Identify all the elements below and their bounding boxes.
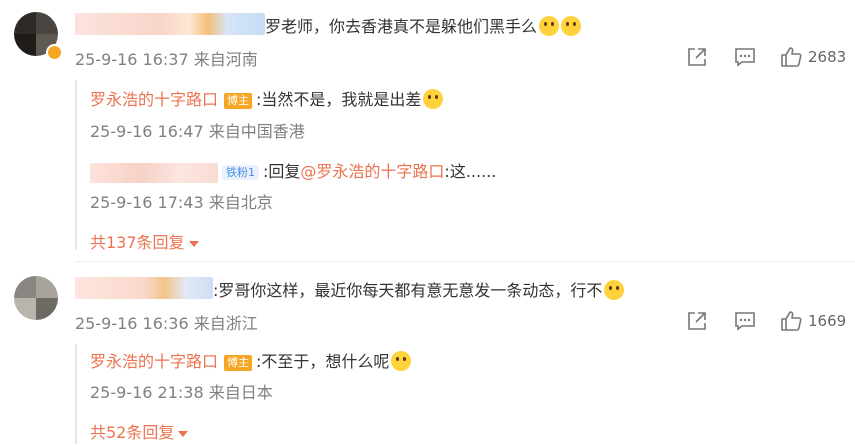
more-replies-label: 共52条回复 (90, 423, 175, 442)
more-replies-link[interactable]: 共52条回复 (90, 419, 189, 443)
caret-down-icon (178, 430, 189, 437)
thinking-emoji-icon (561, 16, 582, 36)
comment-icon[interactable] (734, 46, 756, 68)
comment-meta: 25-9-16 16:36 来自浙江 (75, 314, 258, 333)
reply-meta: 25-9-16 17:43 来自北京 (90, 193, 273, 212)
blogger-badge: 博主 (224, 354, 253, 371)
blogger-badge: 博主 (224, 92, 253, 109)
more-replies-link[interactable]: 共137条回复 (90, 229, 199, 253)
comment-actions: 1669 (686, 310, 846, 332)
dog-emoji-icon (604, 280, 625, 300)
reply-author[interactable]: 罗永浩的十字路口 (90, 352, 218, 371)
like-button[interactable]: 1669 (780, 310, 846, 332)
reply-meta: 25-9-16 16:47 来自中国香港 (90, 122, 305, 141)
username-blurred[interactable] (75, 13, 265, 35)
like-icon (781, 311, 802, 331)
reply-item: 罗永浩的十字路口 博主:当然不是，我就是出差 (90, 86, 444, 110)
like-count: 1669 (808, 312, 847, 330)
reply-item: 铁粉1 :回复@罗永浩的十字路口:这...... (90, 158, 496, 183)
share-icon[interactable] (686, 46, 708, 68)
comment-text: :罗哥你这样，最近你每天都有意无意发一条动态，行不 (213, 277, 625, 301)
comment-actions: 2683 (686, 46, 846, 68)
reply-meta: 25-9-16 21:38 来自日本 (90, 383, 273, 402)
caret-down-icon (188, 240, 199, 247)
like-count: 2683 (808, 48, 847, 66)
comment-meta: 25-9-16 16:37 来自河南 (75, 50, 258, 69)
comment-item: 罗老师，你去香港真不是躲他们黑手么 25-9-16 16:37 来自河南 268… (0, 0, 855, 260)
like-button[interactable]: 2683 (780, 46, 846, 68)
username-blurred[interactable] (75, 277, 213, 299)
reply-text: :当然不是，我就是出差 (256, 90, 422, 109)
reply-prefix: :回复 (263, 162, 301, 181)
thinking-emoji-icon (539, 16, 560, 36)
fan-badge: 铁粉1 (222, 165, 259, 180)
more-replies-label: 共137条回复 (90, 233, 185, 252)
comment-icon[interactable] (734, 310, 756, 332)
reply-author[interactable]: 罗永浩的十字路口 (90, 90, 218, 109)
comment-item: :罗哥你这样，最近你每天都有意无意发一条动态，行不 25-9-16 16:36 … (0, 262, 855, 446)
avatar[interactable] (14, 276, 58, 320)
verified-icon (46, 44, 63, 61)
share-icon[interactable] (686, 310, 708, 332)
username-blurred[interactable] (90, 162, 218, 183)
reply-text: :这...... (444, 162, 497, 181)
laughing-emoji-icon (423, 89, 444, 109)
reply-text: :不至于，想什么呢 (256, 352, 390, 371)
mention-link[interactable]: @罗永浩的十字路口 (300, 162, 444, 181)
comment-text: 罗老师，你去香港真不是躲他们黑手么 (265, 13, 582, 37)
smile-emoji-icon (391, 351, 412, 371)
like-icon (781, 47, 802, 67)
reply-item: 罗永浩的十字路口 博主:不至于，想什么呢 (90, 348, 412, 372)
